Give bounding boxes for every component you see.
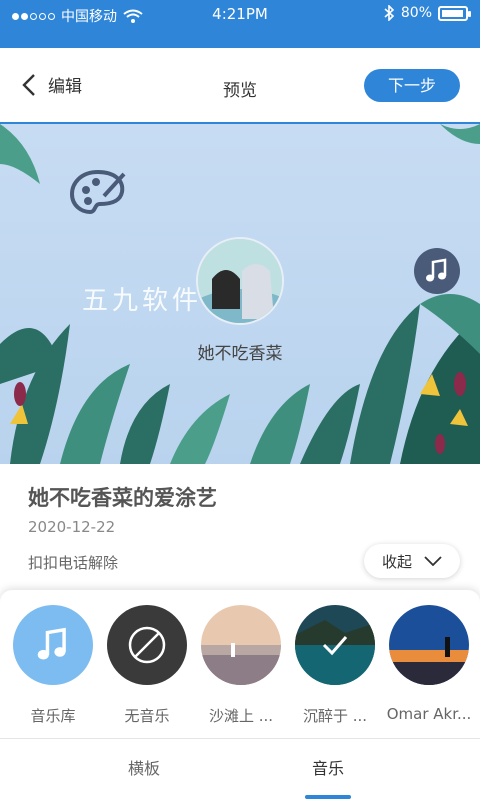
music-item-selected[interactable]: 沉醉于 ... [295,605,375,726]
music-note-icon [37,627,66,660]
music-library-circle [13,605,93,685]
no-music-circle [107,605,187,685]
bottom-tabs: 横板 音乐 [0,738,480,800]
nav-bar: 编辑 预览 下一步 [0,48,480,124]
battery-percent: 80% [400,5,432,21]
music-item-label: 沙滩上 ... [208,707,274,725]
battery-icon [438,5,471,21]
status-bar: 中国移动 4:21PM 80% [0,0,480,48]
music-note-icon [426,258,447,282]
no-music-icon [128,626,166,664]
music-item-omar[interactable]: Omar Akr... [387,605,471,723]
music-panel: 音乐库 无音乐 沙滩上 ... 沉醉于 ... Omar Akr... 横板 音… [0,590,480,800]
music-item-beach[interactable]: 沙滩上 ... [201,605,281,726]
tab-active-indicator [305,795,351,799]
bluetooth-icon [384,5,395,21]
work-title: 她不吃香菜的爱涂艺 [28,486,217,510]
work-desc: 扣扣电话解除 [28,554,119,572]
music-toggle-button[interactable] [414,248,460,294]
music-item-label: 沉醉于 ... [302,707,368,725]
palette-icon[interactable] [68,168,128,216]
work-date: 2020-12-22 [28,518,116,536]
music-item-label: Omar Akr... [386,705,472,723]
tab-horizontal[interactable]: 横板 [84,755,204,779]
beach-thumbnail [201,605,281,685]
chevron-down-icon [424,556,442,566]
music-item-label: 无音乐 [124,707,170,725]
watermark-text: 五九软件 [82,286,203,316]
status-right: 80% [383,5,471,21]
preview-banner: 五九软件 她不吃香菜 [0,124,480,464]
lake-thumbnail [295,605,375,685]
collapse-button[interactable]: 收起 [364,544,460,578]
work-info: 她不吃香菜的爱涂艺 2020-12-22 扣扣电话解除 收起 [0,464,480,594]
no-music-item[interactable]: 无音乐 [107,605,187,726]
tab-music[interactable]: 音乐 [268,755,388,779]
avatar [196,237,284,325]
sunset-thumbnail [389,605,469,685]
checkmark-icon [322,636,348,656]
collapse-label: 收起 [381,552,412,571]
music-item-label: 音乐库 [30,707,76,725]
banner-name: 她不吃香菜 [197,344,283,364]
music-library-item[interactable]: 音乐库 [13,605,93,726]
next-step-button[interactable]: 下一步 [364,69,460,102]
